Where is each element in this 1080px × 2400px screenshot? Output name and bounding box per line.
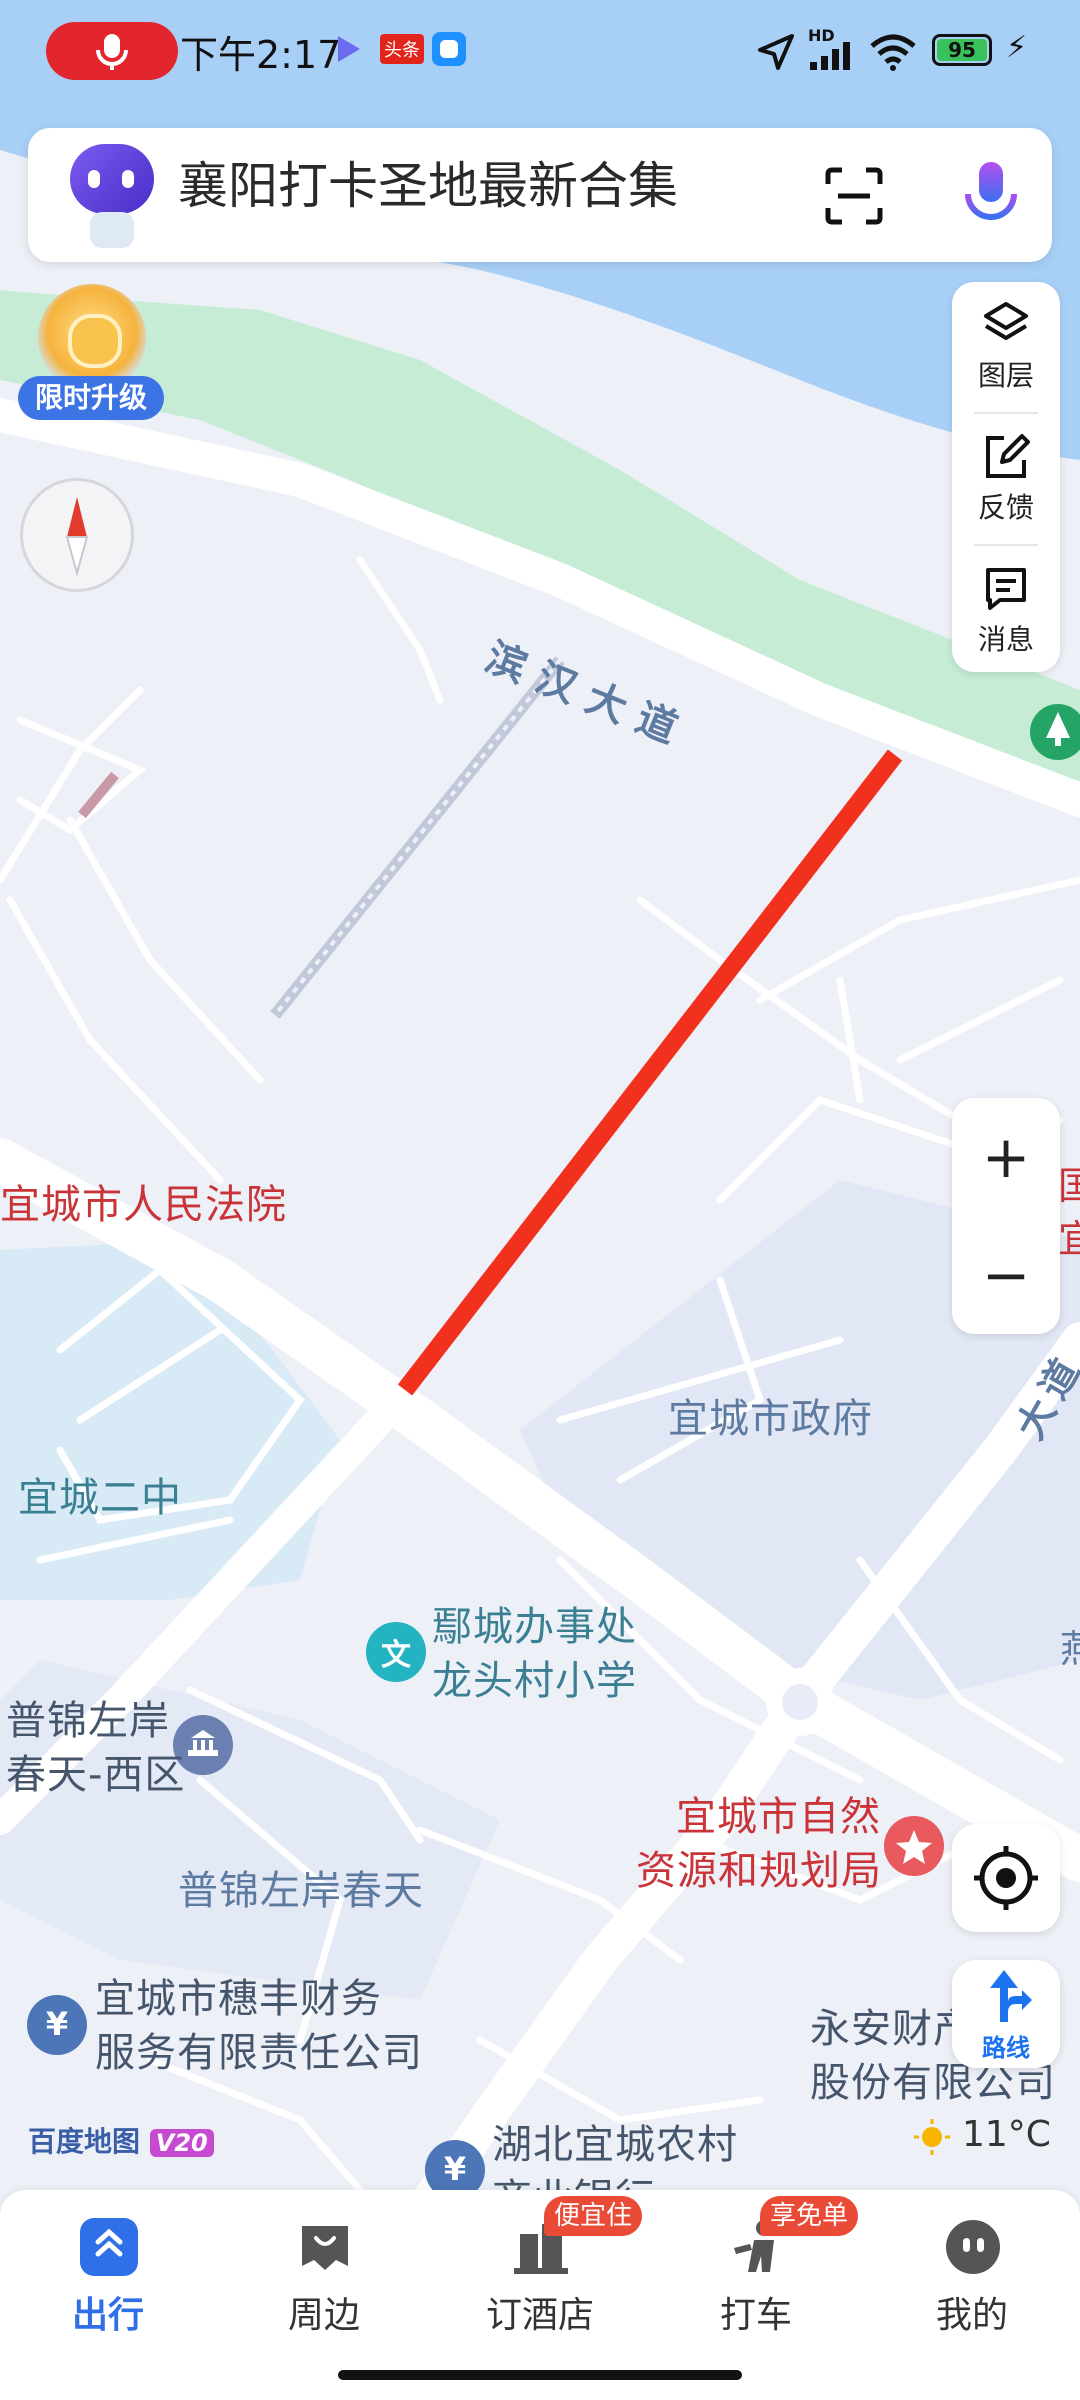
message-icon (986, 568, 1026, 610)
search-bar[interactable]: 襄阳打卡圣地最新合集 (28, 128, 1052, 262)
signal-icon (810, 42, 850, 70)
brand-logo: 百度地图 V20 (28, 2120, 214, 2160)
school-icon: 文 (381, 1638, 411, 1673)
nav-tab-taxi[interactable]: 享免单 打车 (648, 2190, 864, 2350)
bottom-navigation: 出行 周边 便宜住 订酒店 享免单 打车 我的 (0, 2190, 1080, 2400)
zoom-controls: + − (952, 1098, 1060, 1334)
battery-icon: 95 (932, 34, 992, 66)
crosshair-icon (974, 1846, 1038, 1910)
yen-icon: ¥ (443, 2150, 467, 2188)
charging-icon: ⚡ (1006, 30, 1028, 65)
poi-yingcheng-school[interactable]: 鄢城办事处 龙头村小学 (432, 1600, 637, 1708)
wifi-icon (870, 34, 916, 71)
layers-button[interactable]: 图层 (952, 282, 1060, 410)
zoom-in-button[interactable]: + (952, 1098, 1060, 1216)
poi-edge-2: 宜 (1058, 1217, 1080, 1261)
location-arrow-icon (758, 34, 794, 70)
compass-icon (65, 497, 89, 577)
scan-icon[interactable] (824, 166, 884, 226)
home-indicator[interactable] (338, 2370, 742, 2380)
poi-edge-1: 国 (1058, 1164, 1080, 1208)
nav-tab-profile[interactable]: 我的 (864, 2190, 1080, 2350)
play-icon (338, 36, 360, 62)
poi-court[interactable]: 宜城市人民法院 (0, 1172, 287, 1230)
route-arrow-icon (990, 1970, 1032, 2022)
promo-upgrade-badge[interactable]: 限时升级 (18, 284, 164, 424)
poi-edge-3: 燕 (1060, 1627, 1080, 1671)
locate-me-button[interactable] (952, 1824, 1060, 1932)
poi-natural-resources[interactable]: 宜城市自然 资源和规划局 (636, 1790, 882, 1898)
nav-tab-nearby[interactable]: 周边 (216, 2190, 432, 2350)
voice-search-icon[interactable] (956, 158, 1026, 234)
yen-icon: ¥ (45, 2005, 69, 2043)
layers-icon (984, 302, 1028, 340)
search-query-text[interactable]: 襄阳打卡圣地最新合集 (178, 146, 678, 218)
nav-tab-hotel[interactable]: 便宜住 订酒店 (432, 2190, 648, 2350)
messages-button[interactable]: 消息 (952, 546, 1060, 674)
poi-pujin-spring[interactable]: 普锦左岸春天 (178, 1858, 424, 1916)
map-tools-panel: 图层 反馈 消息 (952, 282, 1060, 672)
zoom-out-button[interactable]: − (952, 1216, 1060, 1334)
taxi-promo-badge: 享免单 (760, 2196, 859, 2236)
compass-button[interactable] (20, 478, 134, 592)
feedback-button[interactable]: 反馈 (952, 414, 1060, 542)
news-app-icon: 头条 (380, 34, 424, 64)
poi-pujin-west[interactable]: 普锦左岸 春天-西区 (6, 1694, 185, 1802)
temperature: 11°C (962, 2114, 1051, 2155)
poi-suifeng-finance[interactable]: 宜城市穗丰财务 服务有限责任公司 (95, 1972, 423, 2080)
nav-tab-travel[interactable]: 出行 (0, 2190, 216, 2350)
nearby-bag-icon (302, 2226, 348, 2270)
route-button[interactable]: 路线 (952, 1960, 1060, 2068)
voice-recording-pill[interactable] (46, 22, 178, 80)
travel-icon (80, 2218, 138, 2276)
assistant-avatar[interactable] (64, 140, 160, 248)
poi-government[interactable]: 宜城市政府 (668, 1386, 873, 1444)
app-notification-icon (432, 32, 466, 66)
hotel-promo-badge: 便宜住 (544, 2196, 643, 2236)
edit-icon (986, 434, 1030, 478)
status-time: 下午2:17 (180, 33, 342, 77)
government-pin (884, 1816, 944, 1876)
microphone-icon (96, 34, 128, 70)
poi-school-2[interactable]: 宜城二中 (18, 1465, 182, 1523)
profile-face-icon (946, 2220, 1000, 2274)
